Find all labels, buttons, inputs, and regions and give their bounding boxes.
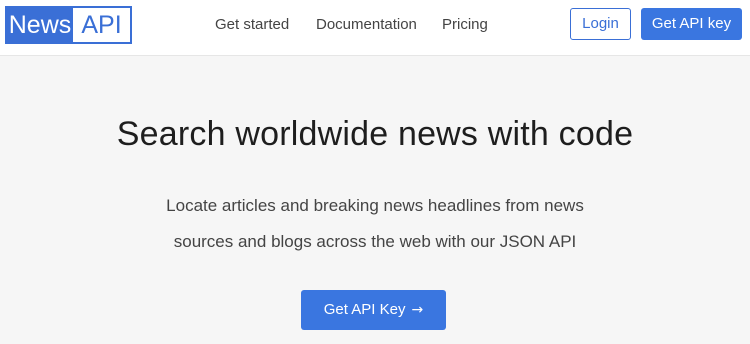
cta-label: Get API Key xyxy=(323,301,406,318)
news-api-logo[interactable]: News API xyxy=(5,6,132,44)
login-button[interactable]: Login xyxy=(570,8,631,40)
top-navigation-bar: News API Get started Documentation Prici… xyxy=(0,0,750,56)
get-api-key-header-button[interactable]: Get API key xyxy=(641,8,742,40)
logo-news-text: News xyxy=(7,8,73,42)
hero-subtitle: Locate articles and breaking news headli… xyxy=(0,188,750,260)
nav-link-documentation[interactable]: Documentation xyxy=(316,15,417,35)
hero-title: Search worldwide news with code xyxy=(116,115,634,153)
logo-api-text: API xyxy=(81,11,122,39)
nav-link-pricing[interactable]: Pricing xyxy=(442,15,488,35)
nav-link-get-started[interactable]: Get started xyxy=(215,15,289,35)
arrow-right-icon: → xyxy=(411,302,424,318)
hero-subtitle-line-2: sources and blogs across the web with ou… xyxy=(173,232,577,251)
hero-subtitle-line-1: Locate articles and breaking news headli… xyxy=(166,196,584,215)
get-api-key-cta-button[interactable]: Get API Key → xyxy=(301,290,446,330)
